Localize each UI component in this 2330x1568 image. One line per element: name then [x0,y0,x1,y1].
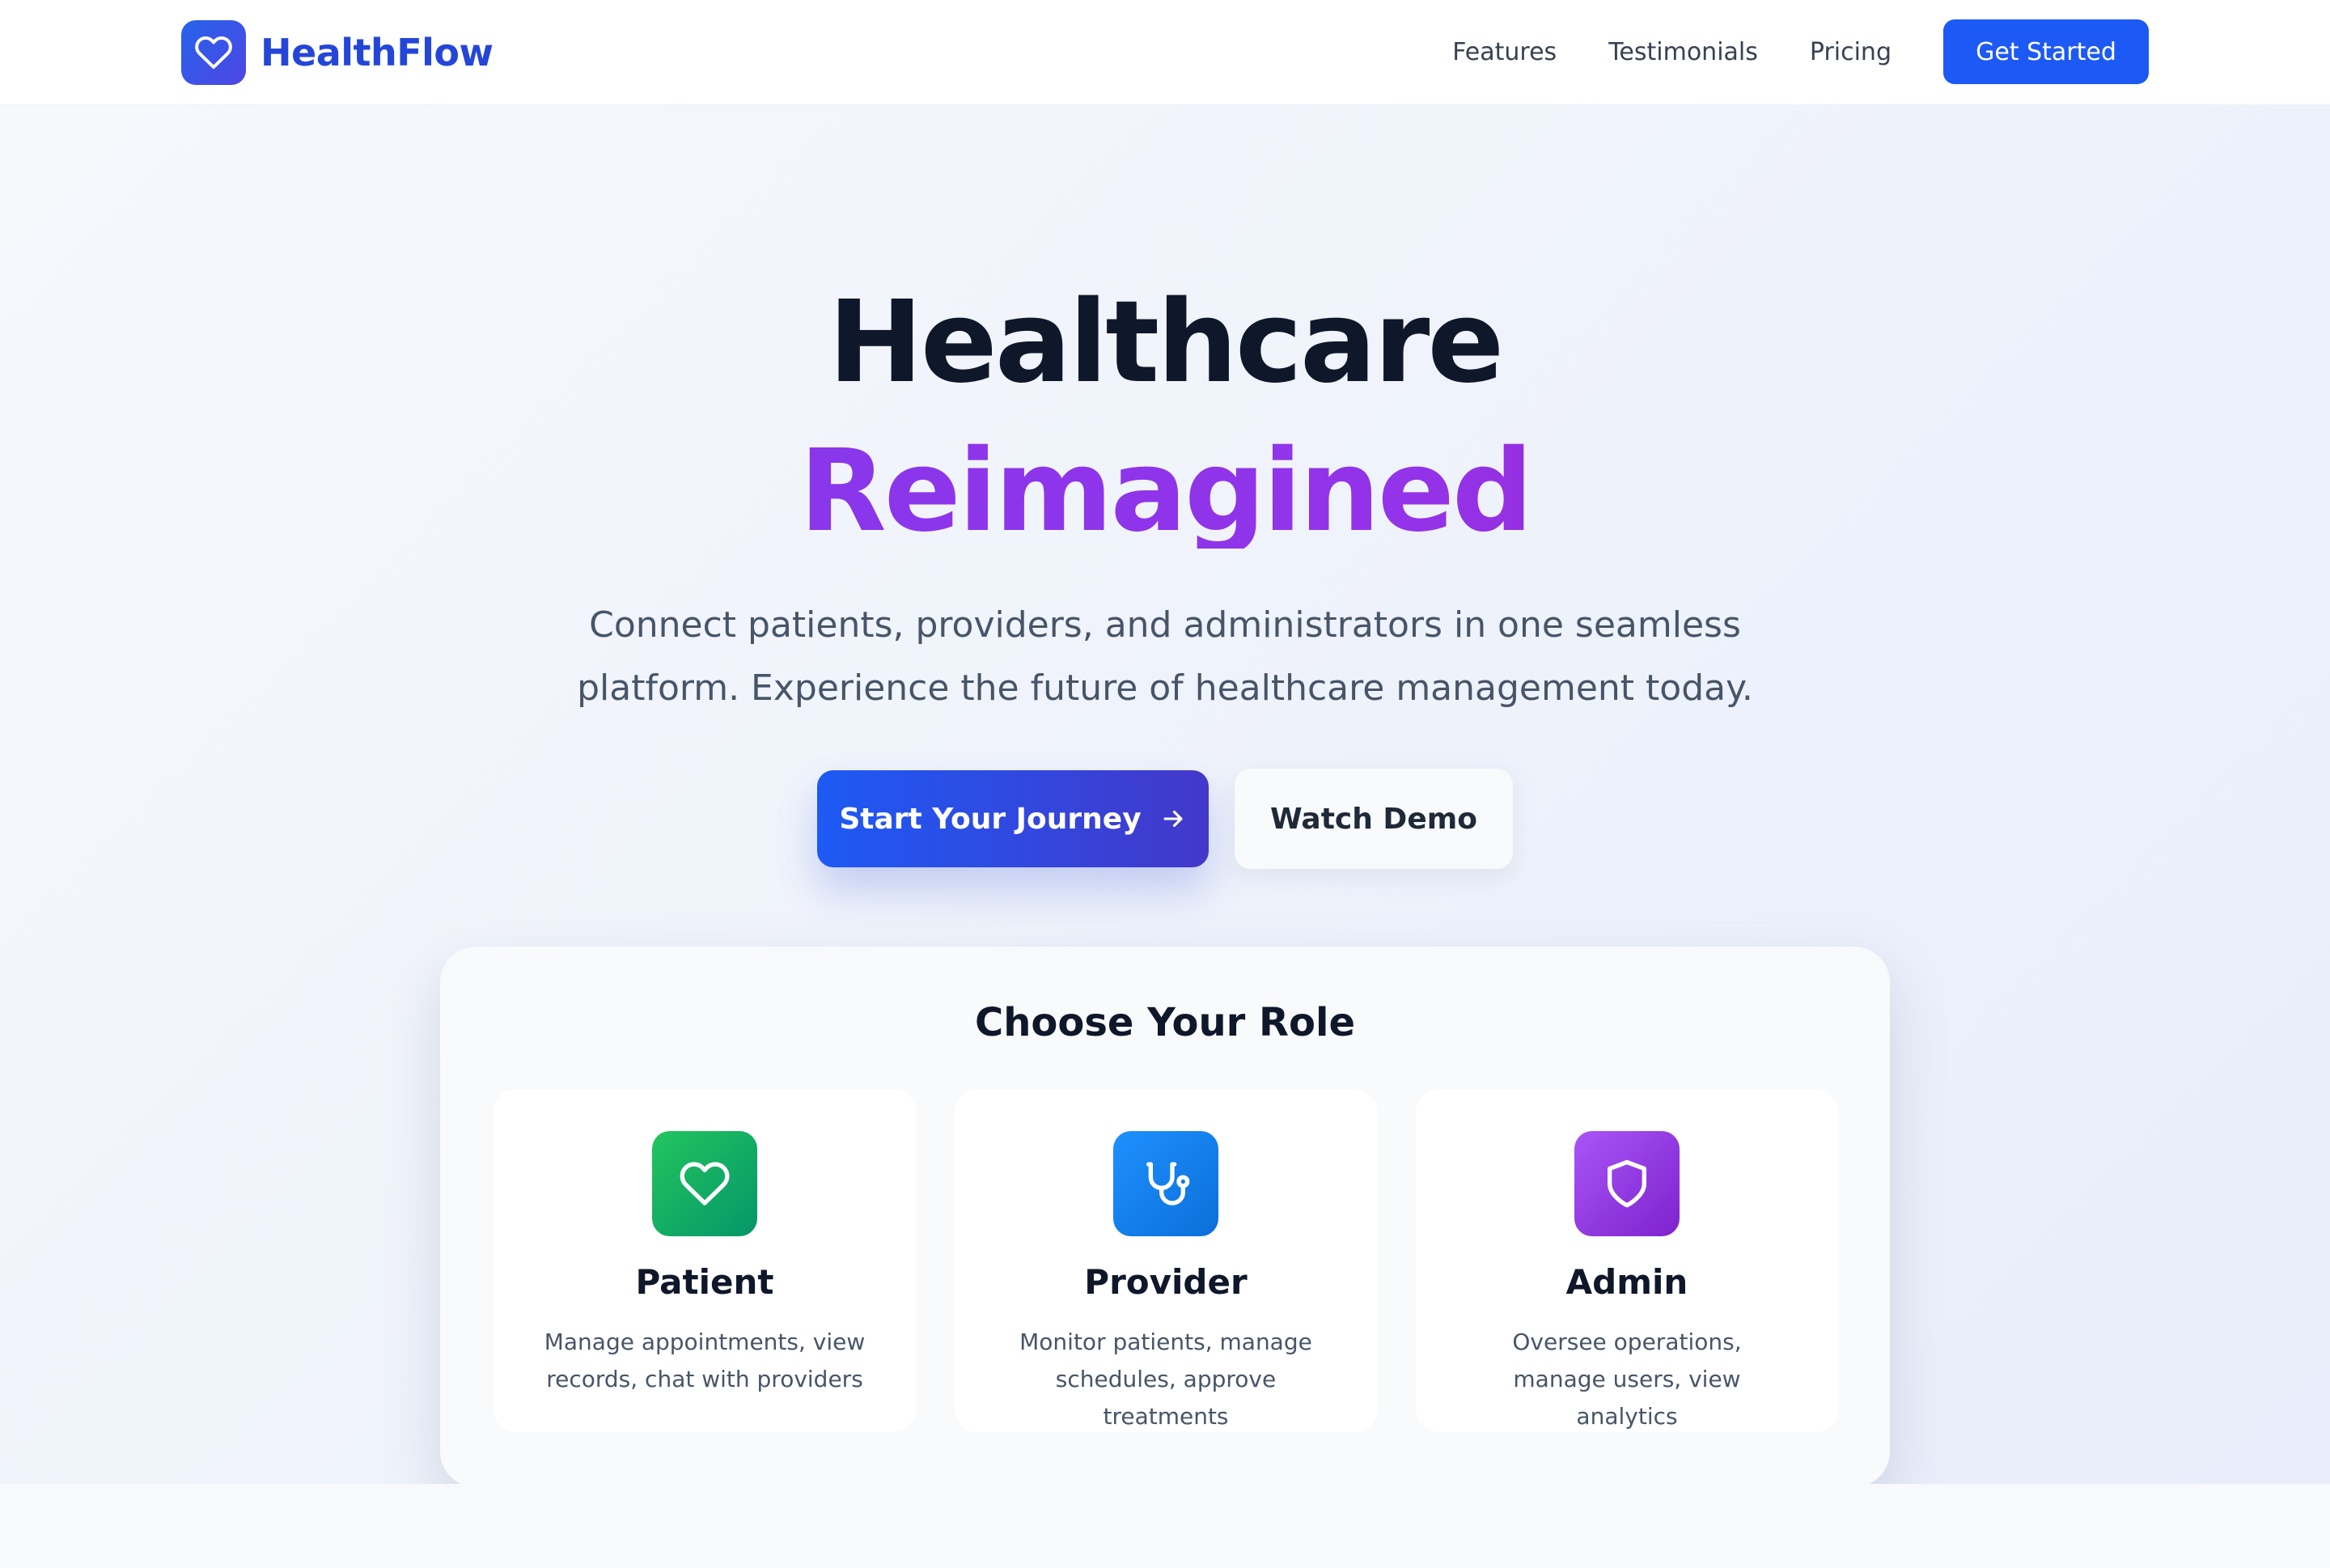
nav-links: Features Testimonials Pricing Get Starte… [1452,19,2149,84]
role-panel-title: Choose Your Role [974,1000,1355,1045]
top-navbar: HealthFlow Features Testimonials Pricing… [0,0,2330,105]
page: HealthFlow Features Testimonials Pricing… [0,0,2330,1568]
role-desc-patient: Manage appointments, view records, chat … [544,1329,866,1392]
role-name-provider: Provider [1084,1262,1248,1302]
hero-section: Healthcare Reimagined Connect patients, … [0,105,2330,1487]
nav-link-testimonials[interactable]: Testimonials [1608,38,1758,66]
nav-link-pricing[interactable]: Pricing [1810,38,1892,66]
hero-title-line-2: Reimagined [0,435,2330,549]
hero-subtitle-line-1: Connect patients, providers, and adminis… [589,604,1741,646]
watch-demo-button[interactable]: Watch Demo [1235,769,1513,869]
hero-subtitle-line-2: platform. Experience the future of healt… [577,667,1753,709]
choose-role-panel: Choose Your Role Patient Manage appointm… [440,947,1890,1487]
stethoscope-icon [1113,1131,1218,1236]
hero-title-line-1: Healthcare [828,277,1505,409]
brand-name: HealthFlow [261,31,494,74]
role-name-patient: Patient [635,1262,774,1302]
nav-link-features[interactable]: Features [1452,38,1557,66]
section-divider [0,1484,2330,1568]
role-card-admin[interactable]: Admin Oversee operations, manage users, … [1416,1089,1838,1432]
get-started-button[interactable]: Get Started [1943,19,2149,84]
role-desc-provider: Monitor patients, manage schedules, appr… [1019,1329,1312,1430]
role-desc-admin: Oversee operations, manage users, view a… [1512,1329,1742,1430]
shield-icon [1574,1131,1680,1236]
start-journey-label: Start Your Journey [839,802,1142,836]
hero-subtitle: Connect patients, providers, and adminis… [566,594,1764,720]
start-journey-button[interactable]: Start Your Journey [817,770,1209,867]
arrow-right-icon [1159,805,1187,833]
heart-icon [652,1131,757,1236]
role-card-provider[interactable]: Provider Monitor patients, manage schedu… [955,1089,1377,1432]
role-name-admin: Admin [1565,1262,1688,1302]
role-card-patient[interactable]: Patient Manage appointments, view record… [494,1089,916,1432]
heart-icon [181,20,246,85]
brand[interactable]: HealthFlow [181,19,494,86]
